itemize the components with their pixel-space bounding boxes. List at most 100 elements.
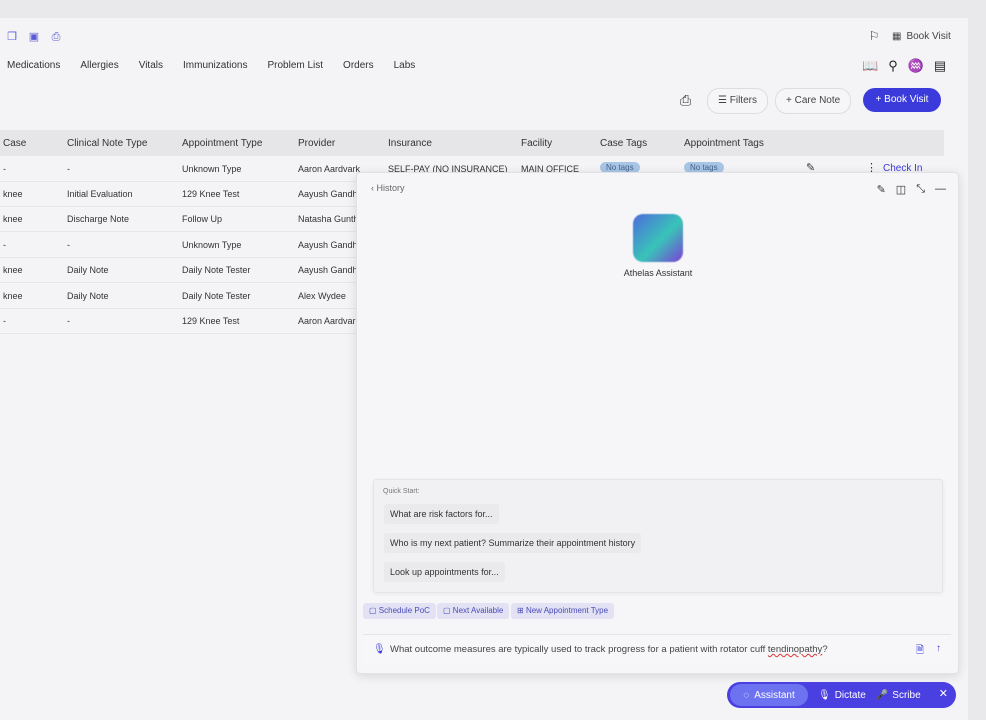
print-button[interactable]: ⎙ <box>680 92 691 109</box>
collapse-icon[interactable]: ⤡ <box>916 183 925 196</box>
spinner-icon: ◌ <box>743 689 750 701</box>
care-note-button[interactable]: + Care Note <box>775 88 852 114</box>
quick-start-item[interactable]: Look up appointments for... <box>384 562 505 582</box>
flag-icon[interactable]: ⚐ <box>866 29 882 45</box>
scribe-button[interactable]: 🎤 Scribe <box>876 690 921 701</box>
new-chat-icon[interactable]: ✎ <box>877 183 886 196</box>
col-facility[interactable]: Facility <box>521 138 552 149</box>
tab-orders[interactable]: Orders <box>343 56 374 76</box>
tab-vitals[interactable]: Vitals <box>139 56 163 76</box>
next-available-chip[interactable]: ▢ Next Available <box>437 603 510 619</box>
copy-icon[interactable]: ❐ <box>5 30 19 44</box>
new-appointment-type-chip[interactable]: ⊞ New Appointment Type <box>511 603 615 619</box>
close-icon[interactable]: ✕ <box>939 687 948 700</box>
col-insurance[interactable]: Insurance <box>388 138 432 149</box>
tab-medications[interactable]: Medications <box>7 56 60 76</box>
pin-icon[interactable]: ⚲ <box>888 58 898 74</box>
assistant-input[interactable]: 🎙 What outcome measures are typically us… <box>363 634 951 665</box>
input-actions: 🗎 ↑ <box>916 643 941 660</box>
chart-icon[interactable]: ♒ <box>908 58 924 74</box>
quick-start-label: Quick Start: <box>383 488 420 495</box>
quick-start-box: Quick Start: What are risk factors for..… <box>373 479 943 593</box>
cell-case: knee <box>3 291 23 301</box>
col-clinical-note-type[interactable]: Clinical Note Type <box>67 138 147 149</box>
col-provider[interactable]: Provider <box>298 138 335 149</box>
chip-label: New Appointment Type <box>525 606 609 615</box>
cell-note-type: - <box>67 240 70 250</box>
book-visit-top-button[interactable]: ▦ Book Visit <box>884 26 959 48</box>
cell-case: - <box>3 164 6 174</box>
calendar-icon: ▦ <box>892 31 902 42</box>
table-row[interactable]: knee Initial Evaluation 129 Knee Test Aa… <box>0 181 360 207</box>
tab-allergies[interactable]: Allergies <box>80 56 118 76</box>
table-header: Case Clinical Note Type Appointment Type… <box>0 130 944 156</box>
cell-note-type: - <box>67 164 70 174</box>
cell-appointment-type: 129 Knee Test <box>182 316 240 326</box>
cell-provider: Alex Wydee <box>298 291 346 301</box>
table-row[interactable]: knee Discharge Note Follow Up Natasha Gu… <box>0 206 360 232</box>
cell-appointment-type: Unknown Type <box>182 164 242 174</box>
dictate-label: Dictate <box>834 689 866 701</box>
col-case[interactable]: Case <box>3 138 26 149</box>
dictate-button[interactable]: 🎙 Dictate <box>818 690 866 701</box>
cell-note-type: Daily Note <box>67 291 109 301</box>
input-text-end: ? <box>822 644 828 655</box>
microphone-icon: 🎙 <box>818 689 831 701</box>
table-row[interactable]: knee Daily Note Daily Note Tester Aayush… <box>0 257 360 283</box>
assistant-label: Assistant <box>754 689 795 701</box>
col-appointment-tags[interactable]: Appointment Tags <box>684 138 764 149</box>
panel-controls: ✎ ◫ ⤡ — <box>877 183 946 196</box>
input-text[interactable]: What outcome measures are typically used… <box>390 644 828 655</box>
history-label: History <box>376 183 405 193</box>
assistant-button[interactable]: ◌ Assistant <box>730 684 808 706</box>
tab-problem-list[interactable]: Problem List <box>267 56 323 76</box>
chevron-left-icon: ‹ <box>371 183 374 193</box>
cell-case: knee <box>3 189 23 199</box>
print-icon[interactable]: ⎙ <box>49 30 63 44</box>
table-row[interactable]: - - Unknown Type Aayush Gandh <box>0 232 360 258</box>
cell-provider: Aayush Gandh <box>298 240 358 250</box>
cell-provider: Aayush Gandh <box>298 189 358 199</box>
assistant-avatar <box>633 214 683 262</box>
attach-file-icon[interactable]: 🗎 <box>916 643 924 660</box>
calendar-icon: ▢ <box>443 606 451 615</box>
history-link[interactable]: ‹ History <box>371 183 405 193</box>
col-appointment-type[interactable]: Appointment Type <box>182 138 262 149</box>
chip-label: Schedule PoC <box>378 606 430 615</box>
chat-icon[interactable]: ▤ <box>934 58 946 74</box>
filters-button[interactable]: ☰ Filters <box>707 88 768 114</box>
cell-appointment-type: Unknown Type <box>182 240 242 250</box>
book-visit-button[interactable]: + Book Visit <box>863 88 941 112</box>
tab-labs[interactable]: Labs <box>394 56 416 76</box>
tab-immunizations[interactable]: Immunizations <box>183 56 247 76</box>
cell-note-type: Initial Evaluation <box>67 189 133 199</box>
book-icon[interactable]: 📖 <box>862 58 878 74</box>
cell-case: knee <box>3 214 23 224</box>
cell-provider: Natasha Gunth <box>298 214 359 224</box>
filter-icon: ☰ <box>718 95 727 106</box>
chart-tabs: Medications Allergies Vitals Immunizatio… <box>0 56 435 76</box>
bottom-action-bar: ◌ Assistant 🎙 Dictate 🎤 Scribe ✕ <box>727 682 956 708</box>
cell-provider: Aaron Aardvark <box>298 164 361 174</box>
schedule-poc-chip[interactable]: ▢ Schedule PoC <box>363 603 436 619</box>
col-case-tags[interactable]: Case Tags <box>600 138 647 149</box>
cell-appointment-type: Follow Up <box>182 214 223 224</box>
quick-start-item[interactable]: Who is my next patient? Summarize their … <box>384 533 642 553</box>
book-visit-top-label: Book Visit <box>906 31 951 42</box>
cell-appointment-type: 129 Knee Test <box>182 189 240 199</box>
sidebar-toggle-icon[interactable]: ◫ <box>896 183 906 196</box>
cell-case: - <box>3 316 6 326</box>
minimize-icon[interactable]: — <box>935 183 946 196</box>
mic-wave-icon: 🎤 <box>875 689 889 701</box>
cell-note-type: - <box>67 316 70 326</box>
quick-start-item[interactable]: What are risk factors for... <box>384 504 499 524</box>
table-row[interactable]: - - 129 Knee Test Aaron Aardvar <box>0 308 360 334</box>
microphone-icon[interactable]: 🎙 <box>373 644 386 655</box>
assistant-panel: ‹ History ✎ ◫ ⤡ — Athelas Assistant Quic… <box>356 172 959 674</box>
cell-appointment-type: Daily Note Tester <box>182 265 251 275</box>
table-row[interactable]: knee Daily Note Daily Note Tester Alex W… <box>0 283 360 309</box>
assistant-name: Athelas Assistant <box>623 268 693 278</box>
card-icon[interactable]: ▣ <box>27 30 41 44</box>
right-toolbar: 📖 ⚲ ♒ ▤ <box>862 58 946 74</box>
send-arrow-icon[interactable]: ↑ <box>936 643 941 660</box>
